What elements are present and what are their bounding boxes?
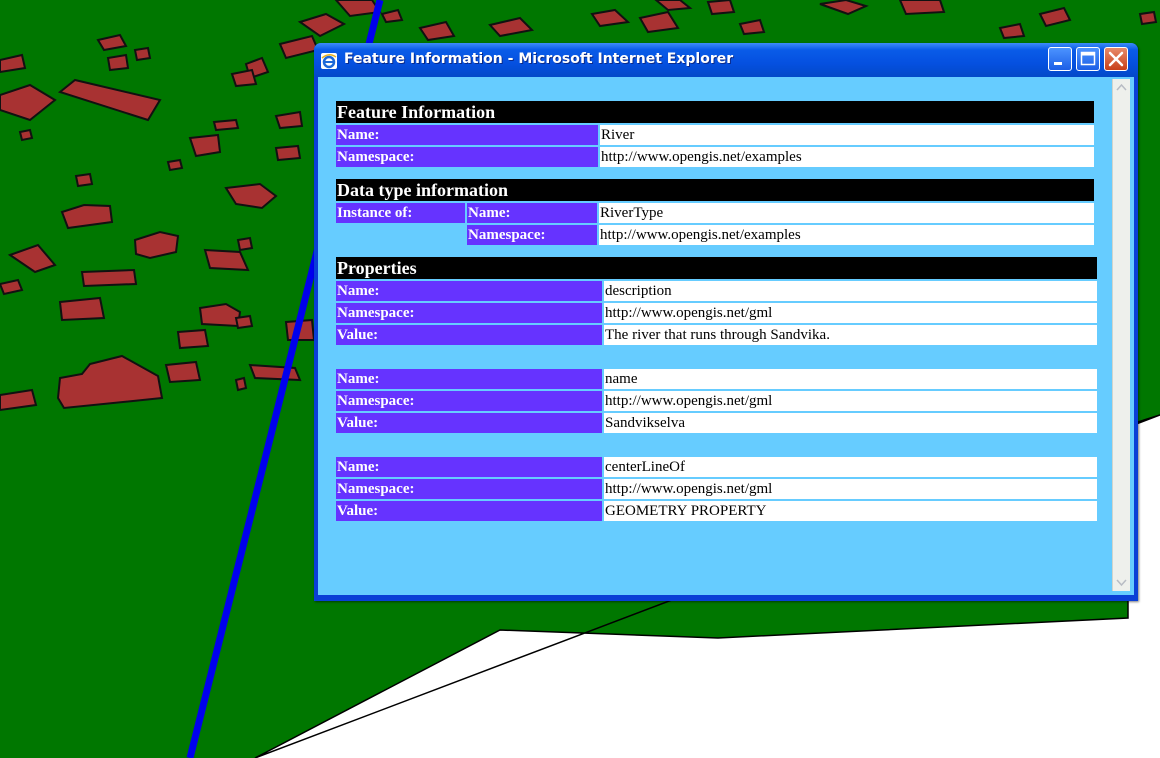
- table-row: Value: GEOMETRY PROPERTY: [336, 501, 1097, 521]
- type-namespace-label: Namespace:: [467, 225, 597, 245]
- minimize-icon: [1054, 62, 1062, 65]
- type-namespace-value: http://www.opengis.net/examples: [599, 225, 1094, 245]
- table-row: Namespace: http://www.opengis.net/exampl…: [336, 225, 1094, 245]
- maximize-button[interactable]: [1076, 47, 1100, 71]
- feature-namespace-value: http://www.opengis.net/examples: [600, 147, 1094, 167]
- table-row: Namespace: http://www.opengis.net/gml: [336, 303, 1097, 323]
- vertical-scrollbar[interactable]: [1112, 79, 1130, 591]
- instance-of-label: Instance of:: [336, 203, 465, 223]
- scroll-up-arrow-icon[interactable]: [1113, 79, 1130, 96]
- namespace-label: Namespace:: [336, 147, 598, 167]
- title-bar[interactable]: Feature Information - Microsoft Internet…: [314, 43, 1138, 77]
- property-name-label: Name:: [336, 281, 602, 301]
- property-name-label: Name:: [336, 369, 602, 389]
- property-name-value: name: [604, 369, 1097, 389]
- feature-info-header: Feature Information: [336, 101, 1094, 123]
- property-namespace-label: Namespace:: [336, 303, 602, 323]
- property-name-value: description: [604, 281, 1097, 301]
- feature-info-table: Feature Information Name: River Namespac…: [334, 99, 1096, 169]
- property-value: GEOMETRY PROPERTY: [604, 501, 1097, 521]
- type-name-value: RiverType: [599, 203, 1094, 223]
- ie-icon: [321, 53, 337, 69]
- property-value-label: Value:: [336, 325, 602, 345]
- table-row: Namespace: http://www.opengis.net/gml: [336, 479, 1097, 499]
- property-value: Sandvikselva: [604, 413, 1097, 433]
- name-label: Name:: [336, 125, 598, 145]
- maximize-icon: [1080, 51, 1096, 66]
- properties-table: Properties Name: description Namespace: …: [334, 255, 1099, 523]
- properties-header: Properties: [336, 257, 1097, 279]
- table-row: Value: Sandvikselva: [336, 413, 1097, 433]
- minimize-button[interactable]: [1048, 47, 1072, 71]
- property-name-value: centerLineOf: [604, 457, 1097, 477]
- property-value: The river that runs through Sandvika.: [604, 325, 1097, 345]
- table-row: Name: description: [336, 281, 1097, 301]
- property-value-label: Value:: [336, 413, 602, 433]
- property-name-label: Name:: [336, 457, 602, 477]
- data-type-header: Data type information: [336, 179, 1094, 201]
- feature-info-window[interactable]: Feature Information - Microsoft Internet…: [314, 43, 1138, 601]
- table-row: Namespace: http://www.opengis.net/gml: [336, 391, 1097, 411]
- property-namespace-value: http://www.opengis.net/gml: [604, 391, 1097, 411]
- page-content[interactable]: Feature Information Name: River Namespac…: [318, 77, 1134, 595]
- scroll-down-arrow-icon[interactable]: [1113, 574, 1130, 591]
- close-button[interactable]: [1104, 47, 1128, 71]
- property-namespace-value: http://www.opengis.net/gml: [604, 303, 1097, 323]
- property-namespace-label: Namespace:: [336, 391, 602, 411]
- type-name-label: Name:: [467, 203, 597, 223]
- data-type-table: Data type information Instance of: Name:…: [334, 177, 1096, 247]
- property-namespace-label: Namespace:: [336, 479, 602, 499]
- table-row: Name: name: [336, 369, 1097, 389]
- table-row: Instance of: Name: RiverType: [336, 203, 1094, 223]
- table-row: Name: River: [336, 125, 1094, 145]
- table-row: Name: centerLineOf: [336, 457, 1097, 477]
- property-namespace-value: http://www.opengis.net/gml: [604, 479, 1097, 499]
- table-row: Value: The river that runs through Sandv…: [336, 325, 1097, 345]
- table-row: Namespace: http://www.opengis.net/exampl…: [336, 147, 1094, 167]
- property-value-label: Value:: [336, 501, 602, 521]
- close-icon: [1108, 51, 1124, 67]
- feature-name-value: River: [600, 125, 1094, 145]
- window-title: Feature Information - Microsoft Internet…: [344, 51, 734, 67]
